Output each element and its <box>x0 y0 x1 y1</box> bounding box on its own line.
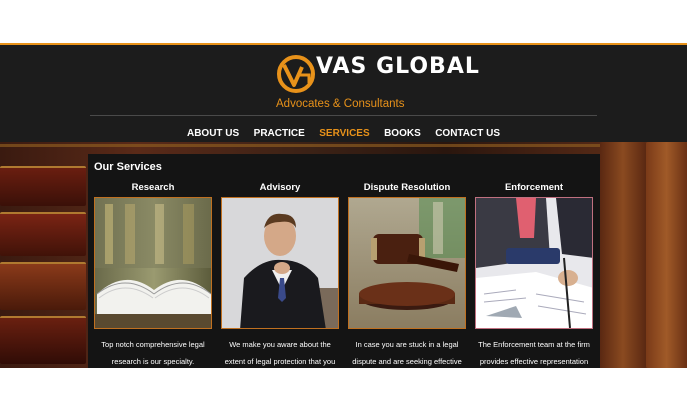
gavel-image <box>348 197 466 329</box>
nav-books[interactable]: BOOKS <box>384 128 421 139</box>
services-panel: Our Services Research Top notch comprehe… <box>88 154 600 368</box>
bottom-whitespace <box>0 368 687 412</box>
nav-contact-us[interactable]: CONTACT US <box>435 128 500 139</box>
services-heading: Our Services <box>94 161 162 173</box>
nav-services[interactable]: SERVICES <box>319 128 369 139</box>
site-header: VAS GLOBAL Advocates & Consultants ABOUT… <box>0 43 687 142</box>
brand-name: VAS GLOBAL <box>316 54 480 79</box>
card-description: The Enforcement team at the firm provide… <box>478 340 590 366</box>
card-description: In case you are stuck in a legal dispute… <box>352 340 462 366</box>
nav-about-us[interactable]: ABOUT US <box>187 128 239 139</box>
top-whitespace <box>0 0 687 43</box>
main-nav: ABOUT US PRACTICE SERVICES BOOKS CONTACT… <box>0 123 687 141</box>
lawyer-portrait-image <box>221 197 339 329</box>
card-description: We make you aware about the extent of le… <box>224 340 336 366</box>
nav-practice[interactable]: PRACTICE <box>254 128 305 139</box>
header-divider <box>90 115 597 116</box>
page: VAS GLOBAL Advocates & Consultants ABOUT… <box>0 0 687 412</box>
service-card-enforcement[interactable]: Enforcement The Enforcement team at the … <box>475 181 593 370</box>
service-card-research[interactable]: Research Top notch comprehensive legal r… <box>94 181 212 370</box>
card-title: Research <box>131 182 175 193</box>
service-card-advisory[interactable]: Advisory We make you aware about the ext… <box>221 181 339 370</box>
service-card-dispute-resolution[interactable]: Dispute Resolution In case you are stuck… <box>348 181 466 370</box>
signing-document-image <box>475 197 593 329</box>
vg-monogram-icon <box>277 55 315 93</box>
card-title: Dispute Resolution <box>363 182 451 193</box>
open-book-image <box>94 197 212 329</box>
card-description: Top notch comprehensive legal research i… <box>101 340 205 366</box>
brand-tagline: Advocates & Consultants <box>276 98 405 110</box>
card-title: Enforcement <box>504 182 564 193</box>
card-title: Advisory <box>259 182 301 193</box>
site-logo[interactable]: VAS GLOBAL Advocates & Consultants <box>276 51 479 111</box>
